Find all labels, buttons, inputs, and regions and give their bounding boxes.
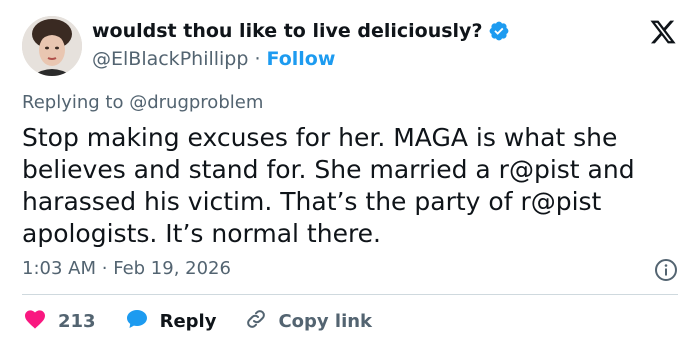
reply-button[interactable]: Reply (124, 307, 217, 336)
display-name[interactable]: wouldst thou like to live deliciously? (92, 20, 482, 42)
tweet-date: Feb 19, 2026 (113, 258, 231, 279)
copy-link-button[interactable]: Copy link (244, 307, 372, 336)
replying-to-prefix: Replying to (22, 92, 124, 113)
handle-row: @ElBlackPhillipp · Follow (92, 48, 335, 70)
heart-icon (22, 307, 48, 336)
handle[interactable]: @ElBlackPhillipp (92, 48, 248, 70)
reply-bubble-icon (124, 307, 150, 336)
replying-to-mention[interactable]: @drugproblem (129, 92, 263, 113)
copy-link-label: Copy link (278, 310, 373, 332)
author-name-row: wouldst thou like to live deliciously? (92, 20, 510, 42)
timestamp[interactable]: 1:03 AM · Feb 19, 2026 (22, 258, 231, 279)
avatar-image (22, 16, 82, 76)
timestamp-separator: · (101, 258, 108, 279)
x-logo-icon[interactable] (648, 18, 678, 50)
divider (22, 294, 678, 295)
avatar[interactable] (22, 16, 82, 76)
follow-button[interactable]: Follow (266, 48, 335, 70)
link-icon (244, 307, 268, 336)
separator-dot: · (254, 48, 261, 70)
tweet-time: 1:03 AM (22, 258, 96, 279)
action-bar: 213 Reply Copy link (22, 306, 400, 336)
info-icon[interactable] (654, 258, 678, 286)
reply-label: Reply (159, 310, 217, 332)
like-count: 213 (58, 310, 96, 332)
replying-to: Replying to @drugproblem (22, 92, 263, 113)
tweet-text: Stop making excuses for her. MAGA is wha… (22, 123, 635, 248)
verified-badge-icon (488, 20, 510, 42)
like-button[interactable]: 213 (22, 307, 96, 336)
